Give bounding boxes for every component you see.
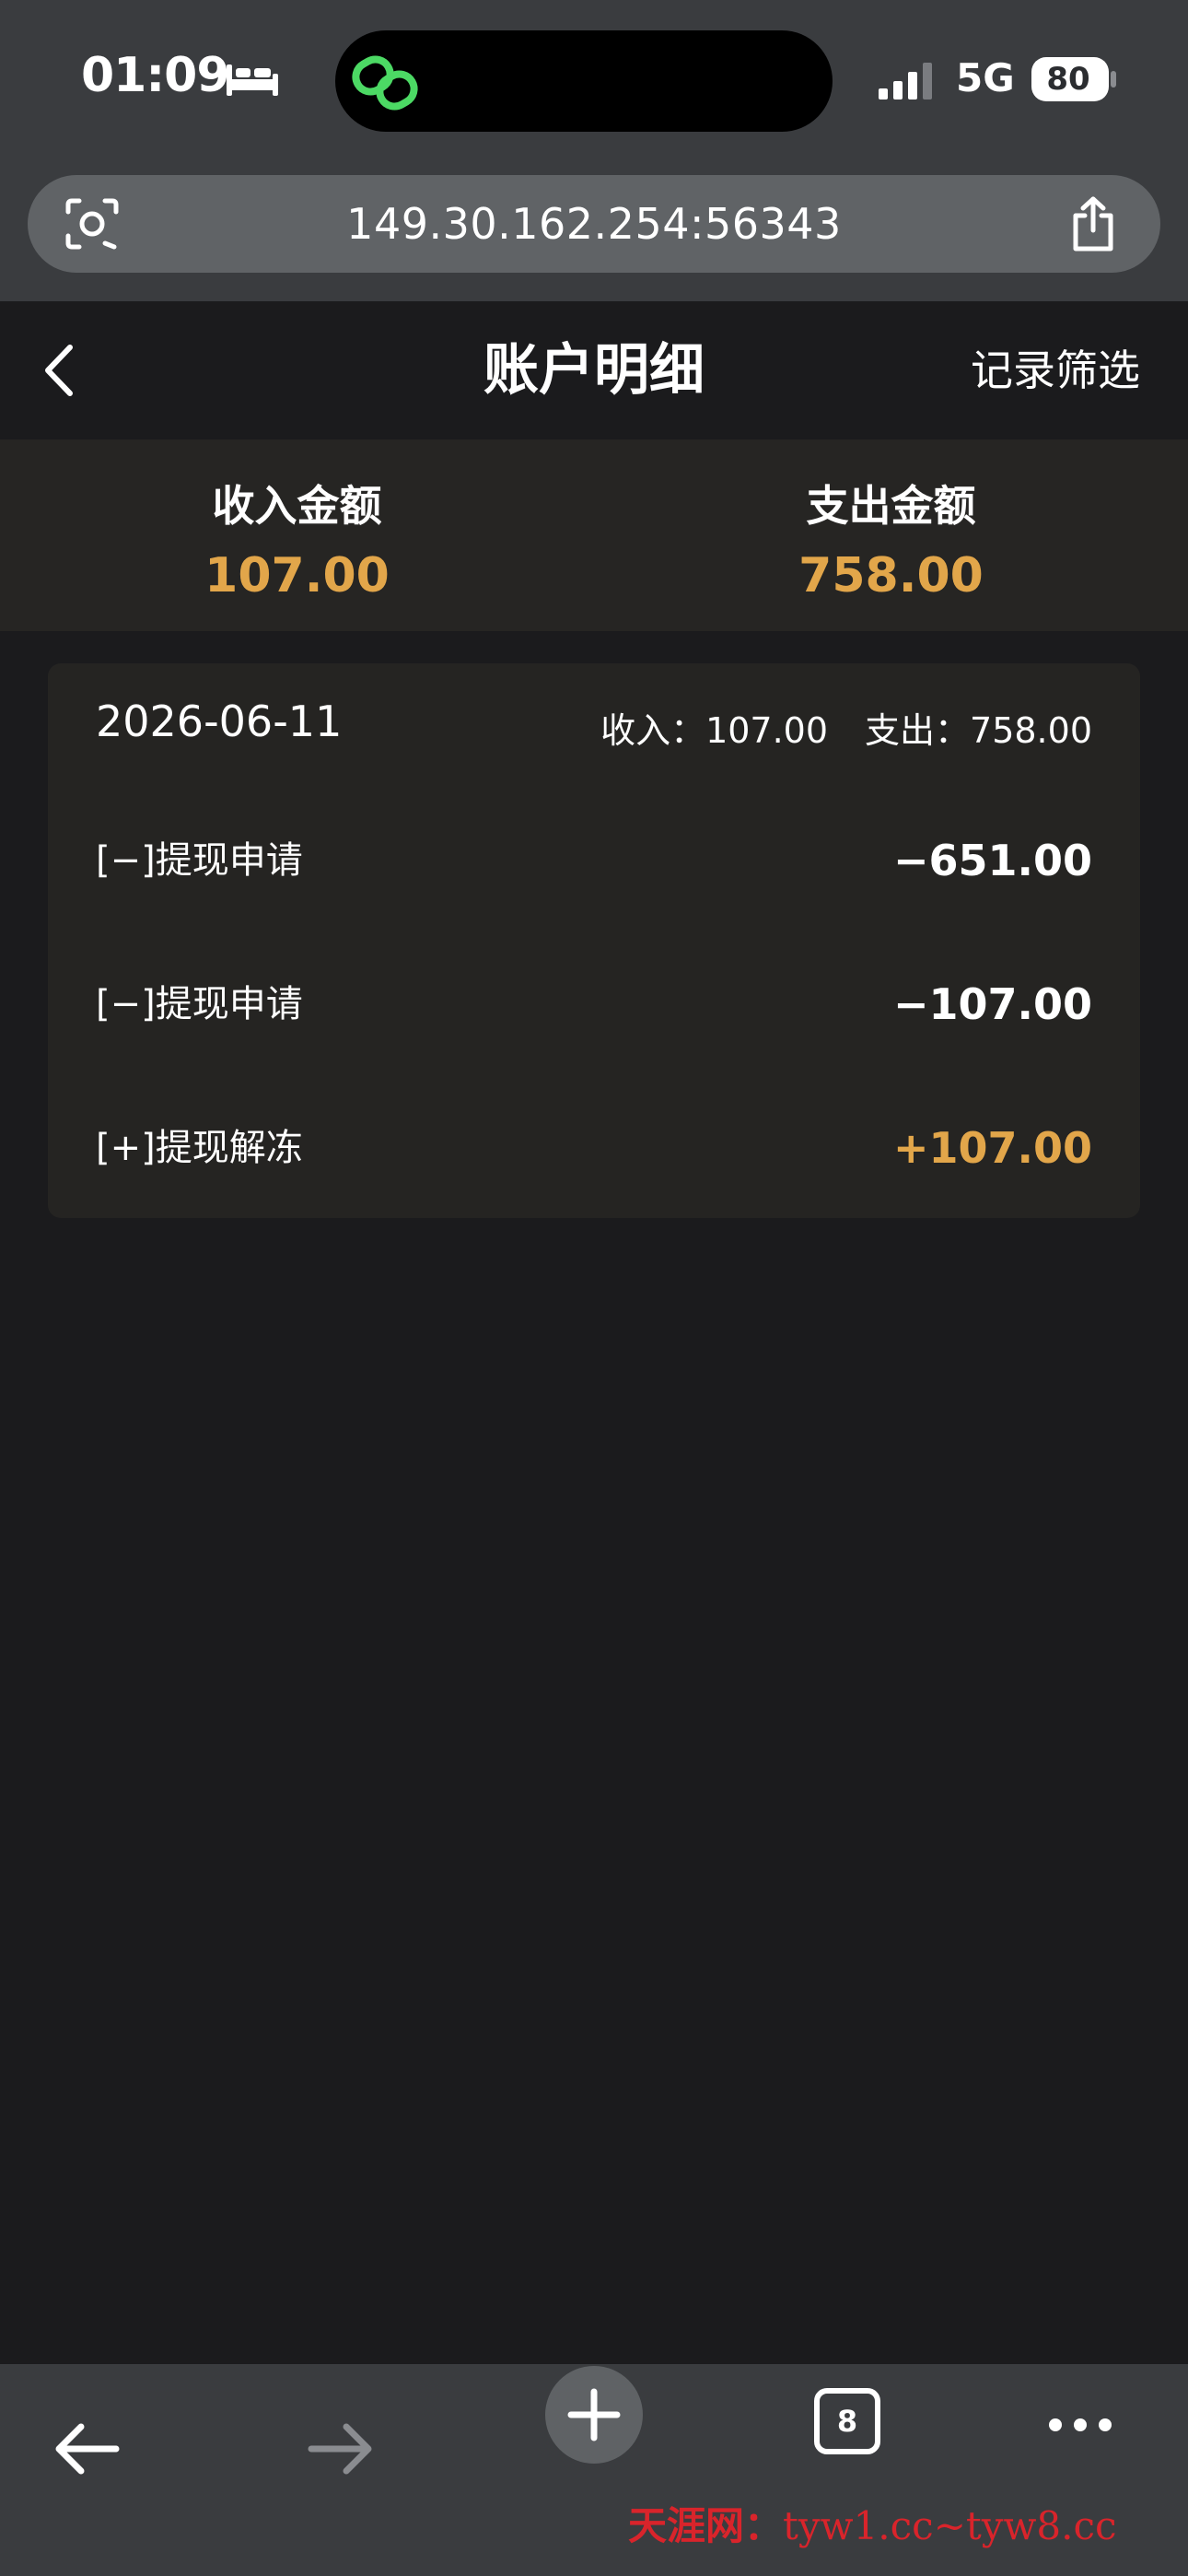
app-screen: 01:09 5G 80 149.30.162.254:56343 账户明细 记录… [0, 0, 1188, 2576]
record-amount: +107.00 [892, 1123, 1092, 1173]
record-filter-button[interactable]: 记录筛选 [971, 301, 1140, 439]
watermark: 天涯网：tyw1.cc~tyw8.cc [628, 2495, 1117, 2551]
record-amount: −651.00 [892, 836, 1092, 885]
arrow-back-icon[interactable] [53, 2419, 122, 2478]
battery-level: 80 [1046, 61, 1090, 98]
day-income: 收入：107.00 [600, 710, 829, 751]
income-value: 107.00 [204, 548, 390, 603]
cellular-signal-icon [879, 63, 932, 100]
chevron-left-icon[interactable] [37, 340, 83, 401]
plus-icon [567, 2388, 621, 2441]
page-title: 账户明细 [483, 338, 705, 403]
day-totals: 收入：107.00 支出：758.00 [600, 702, 1092, 753]
record-label: [−]提现申请 [96, 983, 303, 1025]
watermark-brand: 天涯网： [628, 2503, 784, 2548]
status-time: 01:09 [81, 48, 230, 103]
record-label: [+]提现解冻 [96, 1127, 303, 1169]
income-summary: 收入金额 107.00 [0, 439, 594, 631]
record-row[interactable]: [−]提现申请 −107.00 [48, 958, 1140, 1050]
url-bar[interactable]: 149.30.162.254:56343 [28, 175, 1160, 273]
browser-top-chrome: 01:09 5G 80 149.30.162.254:56343 [0, 0, 1188, 301]
more-dots-icon[interactable] [1046, 2416, 1114, 2434]
link-app-icon [352, 55, 418, 111]
tabs-icon[interactable]: 8 [814, 2388, 880, 2454]
network-type: 5G [956, 55, 1015, 100]
summary-band: 收入金额 107.00 支出金额 758.00 [0, 439, 1188, 631]
record-date: 2026-06-11 [96, 697, 343, 746]
expense-label: 支出金额 [806, 481, 976, 531]
url-text[interactable]: 149.30.162.254:56343 [166, 175, 1022, 273]
income-label: 收入金额 [212, 481, 382, 531]
expense-value: 758.00 [798, 548, 984, 603]
expense-summary: 支出金额 758.00 [594, 439, 1188, 631]
watermark-domains: tyw1.cc~tyw8.cc [783, 2503, 1117, 2548]
visual-lookup-icon[interactable] [64, 197, 120, 251]
record-row[interactable]: [+]提现解冻 +107.00 [48, 1102, 1140, 1194]
share-icon[interactable] [1068, 195, 1118, 252]
arrow-forward-icon[interactable] [306, 2419, 374, 2478]
page-header: 账户明细 记录筛选 [0, 301, 1188, 439]
sleep-bed-icon [227, 64, 278, 96]
records-card: 2026-06-11 收入：107.00 支出：758.00 [−]提现申请 −6… [48, 663, 1140, 1218]
record-label: [−]提现申请 [96, 839, 303, 882]
day-expense: 支出：758.00 [865, 710, 1092, 751]
new-tab-button[interactable] [545, 2366, 643, 2464]
record-amount: −107.00 [892, 979, 1092, 1029]
record-row[interactable]: [−]提现申请 −651.00 [48, 814, 1140, 907]
